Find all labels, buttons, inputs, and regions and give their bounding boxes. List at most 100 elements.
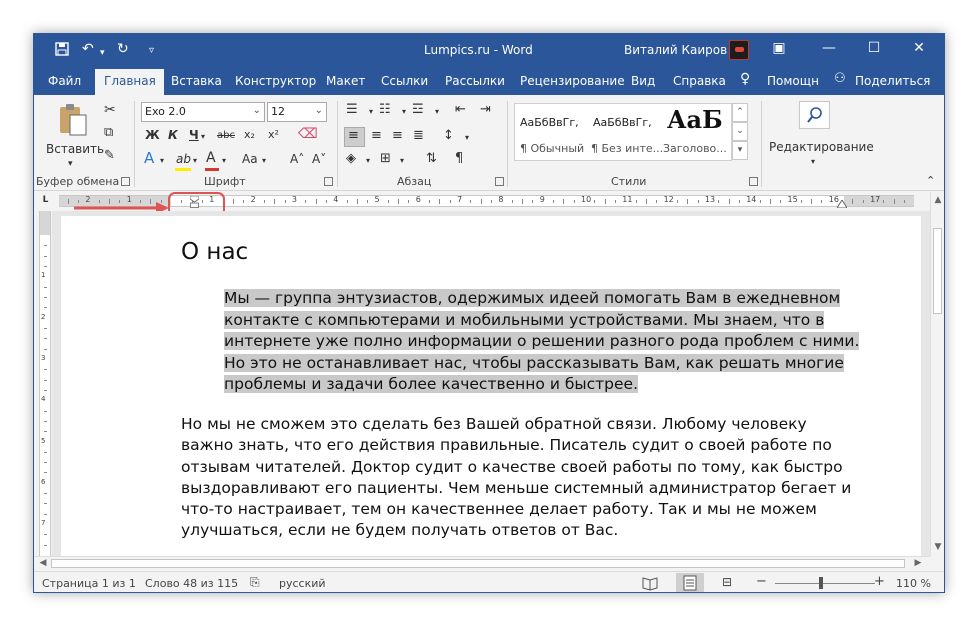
tab-home[interactable]: Главная — [95, 69, 164, 95]
style-normal[interactable]: АаБбВвГг, ¶ Обычный — [515, 104, 588, 160]
save-icon[interactable] — [54, 41, 70, 61]
right-indent-marker[interactable] — [837, 200, 847, 208]
ribbon-display-icon[interactable]: ▣ — [769, 40, 789, 56]
paste-button[interactable]: Вставить — [46, 142, 104, 156]
tab-insert[interactable]: Вставка — [171, 74, 222, 88]
align-right-icon[interactable]: ≡ — [392, 129, 403, 143]
bullets-icon[interactable]: ☰ — [346, 103, 358, 117]
tab-selector[interactable]: L — [40, 195, 51, 206]
tab-review[interactable]: Рецензирование — [520, 74, 625, 88]
paste-dropdown-icon[interactable]: ▾ — [68, 157, 73, 171]
shading-icon[interactable]: ◈ — [346, 152, 356, 166]
redo-icon[interactable]: ↻ — [117, 41, 129, 57]
zoom-out-button[interactable]: − — [756, 574, 767, 589]
line-spacing-dropdown-icon[interactable]: ▾ — [465, 131, 469, 145]
multilevel-list-icon[interactable]: ☲ — [412, 103, 424, 117]
tab-references[interactable]: Ссылки — [381, 74, 428, 88]
decrease-indent-icon[interactable]: ⇤ — [455, 103, 466, 117]
scroll-down-icon[interactable]: ▼ — [932, 542, 944, 552]
zoom-slider[interactable] — [775, 583, 875, 584]
close-icon[interactable]: ✕ — [909, 40, 929, 56]
clipboard-launcher-icon[interactable] — [121, 177, 130, 186]
page-count[interactable]: Страница 1 из 1 — [42, 577, 136, 590]
underline-button[interactable]: Ч — [189, 128, 199, 142]
shading-dropdown-icon[interactable]: ▾ — [366, 154, 370, 168]
font-color-button[interactable]: A — [206, 151, 216, 165]
scroll-right-icon[interactable]: ▶ — [912, 558, 924, 568]
tab-layout[interactable]: Макет — [326, 74, 365, 88]
tab-mailings[interactable]: Рассылки — [445, 74, 505, 88]
paste-icon[interactable] — [56, 103, 90, 139]
highlight-button[interactable]: ab — [176, 152, 191, 166]
font-name-box[interactable]: Exo 2.0 ⌄ — [141, 102, 265, 122]
format-painter-icon[interactable]: ✎ — [104, 149, 115, 163]
minimize-icon[interactable]: — — [819, 40, 839, 56]
read-mode-icon[interactable] — [640, 575, 660, 591]
tab-view[interactable]: Вид — [631, 74, 655, 88]
show-marks-icon[interactable]: ¶ — [455, 152, 463, 166]
styles-scroll-down-icon[interactable]: ⌄ — [732, 122, 748, 141]
user-name[interactable]: Виталий Каиров — [624, 43, 727, 57]
style-no-spacing[interactable]: АаБбВвГг, ¶ Без инте... — [588, 104, 663, 160]
lightbulb-icon[interactable]: ♀ — [740, 71, 750, 87]
sort-icon[interactable]: ⇅ — [426, 152, 437, 166]
horizontal-scrollbar[interactable]: ◀ ▶ — [34, 556, 930, 570]
text-effects-dropdown-icon[interactable]: ▾ — [160, 154, 164, 168]
strikethrough-button[interactable]: abc — [217, 129, 235, 143]
find-icon[interactable] — [799, 101, 830, 129]
numbering-icon[interactable]: ☷ — [379, 103, 391, 117]
tab-help[interactable]: Справка — [673, 74, 726, 88]
multilevel-dropdown-icon[interactable]: ▾ — [435, 105, 439, 119]
highlight-dropdown-icon[interactable]: ▾ — [193, 154, 197, 168]
styles-scroll-up-icon[interactable]: ⌃ — [732, 103, 748, 122]
vertical-scroll-thumb[interactable] — [933, 228, 942, 314]
change-case-button[interactable]: Aa — [242, 152, 258, 166]
justify-icon[interactable]: ≣ — [413, 129, 424, 143]
share-button[interactable]: Поделиться — [855, 74, 930, 88]
undo-icon[interactable]: ↶ — [82, 41, 94, 57]
text-effects-button[interactable]: A — [144, 151, 154, 166]
scroll-up-icon[interactable]: ▲ — [932, 195, 944, 205]
change-case-dropdown-icon[interactable]: ▾ — [262, 154, 266, 168]
editing-dropdown-icon[interactable]: ▾ — [811, 155, 815, 169]
tell-me-box[interactable]: Помощн — [767, 74, 819, 88]
italic-button[interactable]: К — [168, 128, 178, 142]
document-heading[interactable]: О нас — [181, 239, 248, 265]
font-color-dropdown-icon[interactable]: ▾ — [222, 154, 226, 168]
font-launcher-icon[interactable] — [324, 177, 333, 186]
tab-file[interactable]: Файл — [48, 74, 81, 88]
numbering-dropdown-icon[interactable]: ▾ — [402, 105, 406, 119]
scroll-left-icon[interactable]: ◀ — [37, 558, 49, 568]
borders-icon[interactable]: ⊞ — [380, 152, 391, 166]
undo-dropdown-icon[interactable]: ▾ — [100, 45, 105, 61]
shrink-font-button[interactable]: A˅ — [312, 152, 326, 166]
zoom-level[interactable]: 110 % — [896, 577, 931, 590]
clear-formatting-icon[interactable]: ⌫ — [298, 127, 318, 141]
subscript-button[interactable]: x₂ — [244, 128, 255, 142]
borders-dropdown-icon[interactable]: ▾ — [400, 154, 404, 168]
language-indicator[interactable]: русский — [279, 577, 326, 590]
align-center-icon[interactable]: ≡ — [371, 129, 382, 143]
zoom-slider-thumb[interactable] — [819, 577, 823, 589]
avatar[interactable] — [729, 40, 749, 60]
tab-design[interactable]: Конструктор — [235, 74, 316, 88]
proofing-icon[interactable]: ⎘ — [250, 575, 260, 590]
paragraph-launcher-icon[interactable] — [495, 177, 504, 186]
bullets-dropdown-icon[interactable]: ▾ — [369, 105, 373, 119]
grow-font-button[interactable]: A˄ — [290, 152, 304, 166]
superscript-button[interactable]: x² — [268, 128, 279, 142]
body-paragraph[interactable]: Но мы не сможем это сделать без Вашей об… — [181, 414, 901, 542]
style-heading[interactable]: АаБ Заголово... — [660, 104, 732, 160]
customize-qat-icon[interactable]: ▿ — [149, 43, 154, 59]
font-size-box[interactable]: 12 ⌄ — [267, 102, 327, 122]
maximize-icon[interactable]: ☐ — [864, 40, 884, 56]
editing-button[interactable]: Редактирование — [769, 140, 874, 154]
print-layout-button[interactable] — [676, 573, 704, 592]
vertical-ruler[interactable]: 1 2 3 4 5 6 7 — [39, 211, 51, 556]
cut-icon[interactable]: ✂ — [104, 103, 116, 117]
underline-dropdown-icon[interactable]: ▾ — [201, 130, 205, 144]
zoom-in-button[interactable]: + — [874, 574, 885, 589]
styles-more-icon[interactable]: ▾ — [732, 141, 748, 160]
bold-button[interactable]: Ж — [145, 128, 160, 142]
selected-paragraph[interactable]: Мы — группа энтузиастов, одержимых идеей… — [224, 288, 884, 396]
